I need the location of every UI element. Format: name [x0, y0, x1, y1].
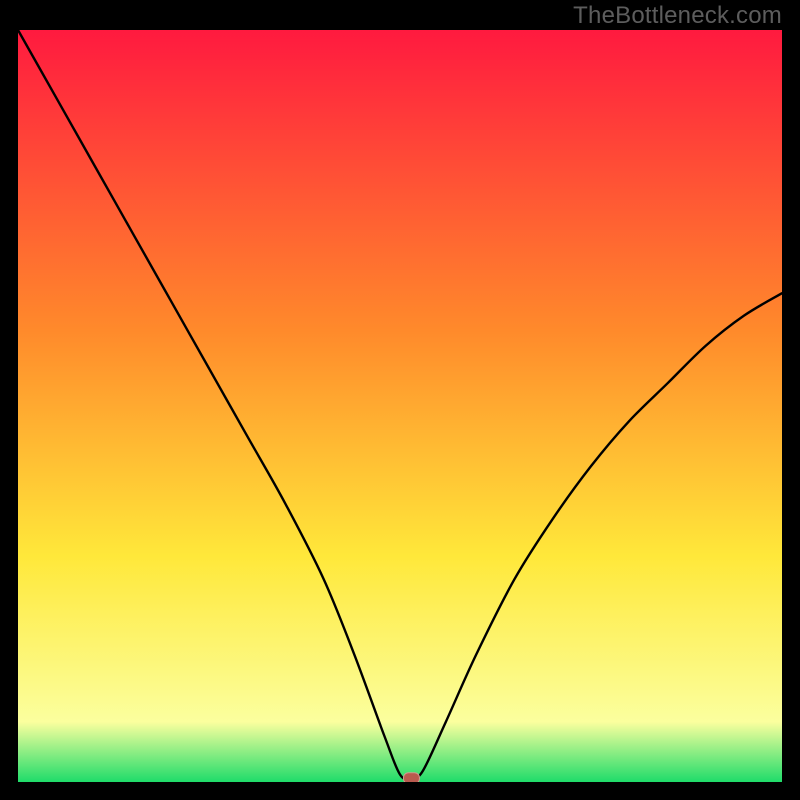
- gradient-background: [18, 30, 782, 782]
- bottleneck-chart: [18, 30, 782, 782]
- watermark-text: TheBottleneck.com: [573, 2, 782, 30]
- chart-frame: TheBottleneck.com: [0, 0, 800, 800]
- optimum-marker: [403, 773, 419, 782]
- plot-area: [18, 30, 782, 782]
